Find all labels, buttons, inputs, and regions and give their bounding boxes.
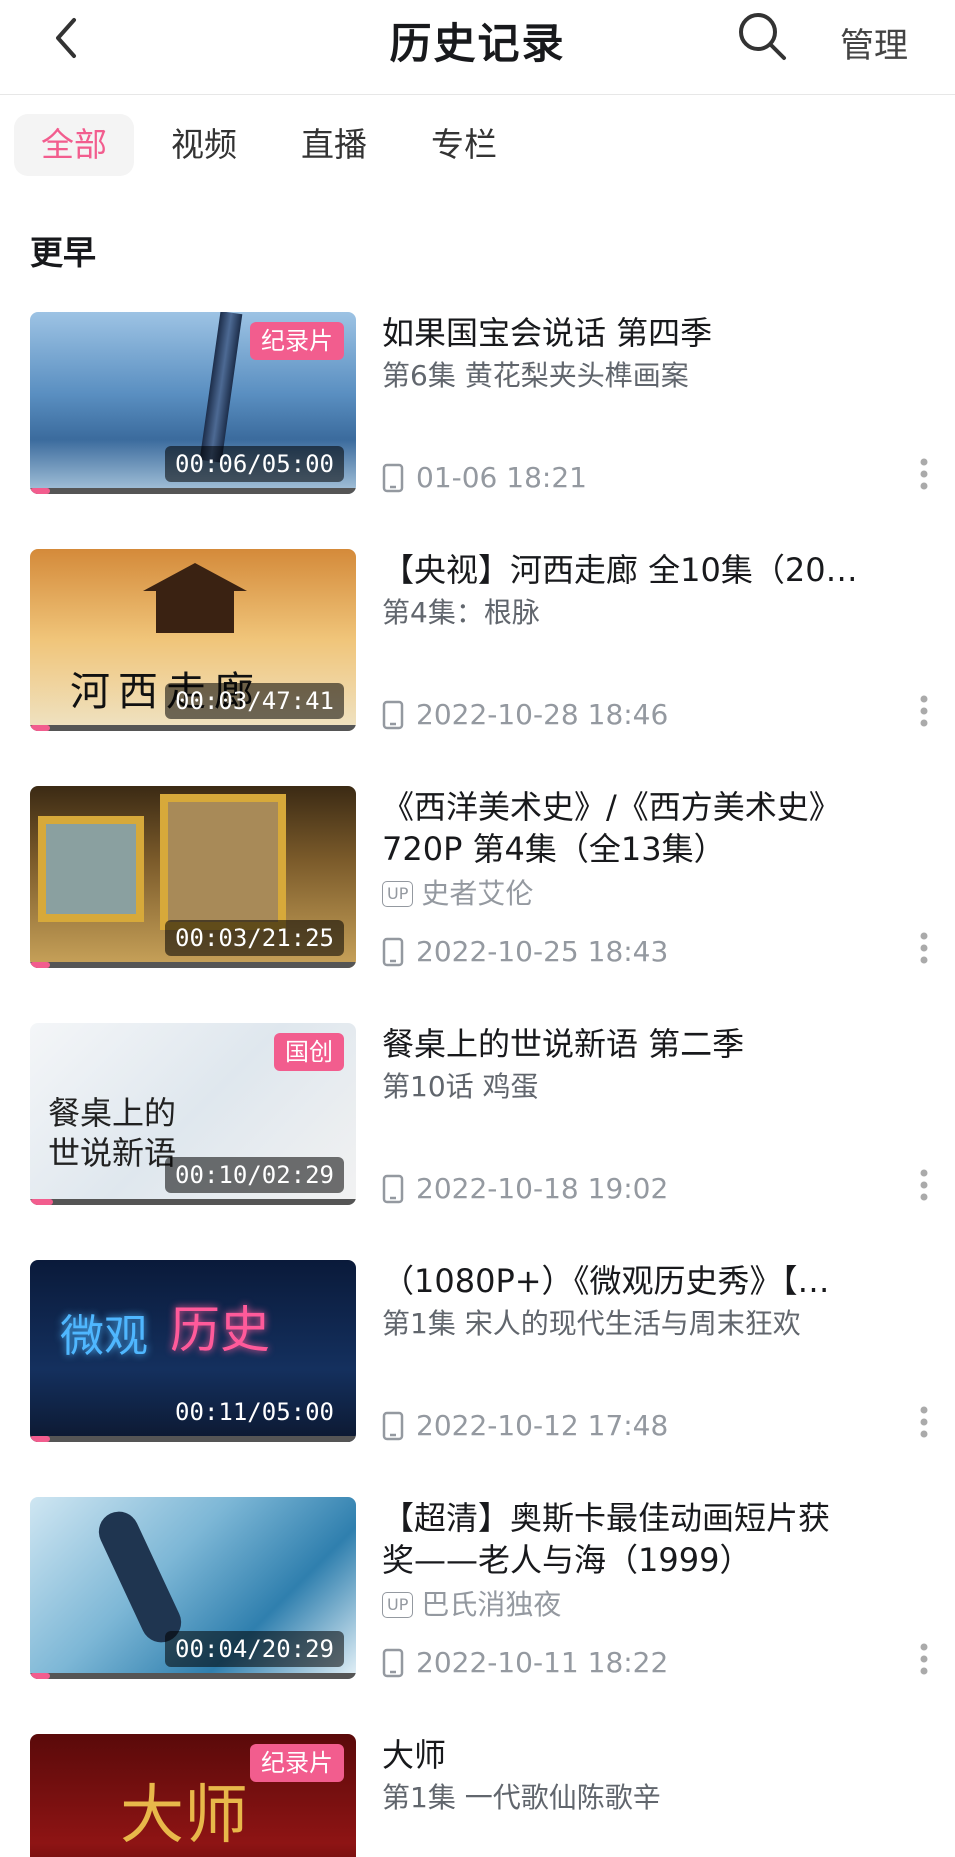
uploader: UP 巴氏消独夜 — [382, 1585, 942, 1625]
manage-button[interactable]: 管理 — [840, 18, 908, 67]
video-title: 如果国宝会说话 第四季 — [382, 314, 713, 352]
video-thumbnail[interactable]: 微观 历史 00:11/05:00 — [30, 1260, 356, 1442]
video-title: 餐桌上的世说新语 第二季 — [382, 1025, 745, 1063]
up-badge-icon: UP — [382, 881, 414, 907]
episode-subtitle: 第1集 宋人的现代生活与周末狂欢 — [382, 1307, 801, 1340]
watch-time: 01-06 18:21 — [382, 458, 587, 498]
history-item[interactable]: 微观 历史 00:11/05:00 （1080P+）《微观历史秀》【… 第1集 … — [30, 1260, 930, 1446]
watch-time-text: 2022-10-18 19:02 — [416, 1172, 669, 1205]
video-thumbnail[interactable]: 大师 纪录片 — [30, 1734, 356, 1857]
search-icon[interactable] — [734, 8, 790, 64]
painting-frame — [160, 794, 286, 930]
history-item[interactable]: 纪录片 00:06/05:00 如果国宝会说话 第四季 第6集 黄花梨夹头榫画案… — [30, 312, 930, 498]
watch-time: 2022-10-28 18:46 — [382, 695, 668, 735]
phone-icon — [382, 1648, 404, 1678]
video-thumbnail[interactable]: 河西走廊 00:03/47:41 — [30, 549, 356, 731]
watch-progress-label: 00:04/20:29 — [165, 1631, 344, 1667]
progress-fill — [30, 1199, 53, 1205]
progress-bar — [30, 725, 356, 731]
neon-calligraphy: 历史 — [170, 1301, 270, 1359]
more-icon[interactable] — [914, 1402, 934, 1442]
thumbnail-calligraphy: 餐桌上的 世说新语 — [48, 1094, 177, 1172]
progress-bar — [30, 962, 356, 968]
top-bar: 历史记录 管理 — [0, 0, 955, 95]
phone-icon — [382, 937, 404, 967]
watch-progress-label: 00:11/05:00 — [175, 1398, 334, 1426]
watch-time-text: 2022-10-25 18:43 — [416, 935, 669, 968]
watch-progress-label: 00:03/21:25 — [165, 920, 344, 956]
video-title-line2: 720P 第4集（全13集） — [382, 830, 726, 868]
tab-video[interactable]: 视频 — [154, 114, 254, 176]
video-title: （1080P+）《微观历史秀》【… — [382, 1262, 830, 1300]
more-icon[interactable] — [914, 691, 934, 731]
page-title: 历史记录 — [389, 19, 566, 68]
phone-icon — [382, 463, 404, 493]
watch-time: 2022-10-12 17:48 — [382, 1406, 668, 1446]
progress-bar — [30, 1673, 356, 1679]
episode-subtitle: 第10话 鸡蛋 — [382, 1070, 539, 1103]
video-thumbnail[interactable]: 00:04/20:29 — [30, 1497, 356, 1679]
progress-fill — [30, 725, 50, 731]
episode-subtitle: 第6集 黄花梨夹头榫画案 — [382, 359, 689, 392]
uploader: UP 史者艾伦 — [382, 874, 942, 914]
tab-live[interactable]: 直播 — [284, 114, 384, 176]
phone-icon — [382, 1174, 404, 1204]
video-title: 大师 — [382, 1736, 447, 1774]
watch-time: 2022-10-11 18:22 — [382, 1643, 668, 1683]
progress-fill — [30, 488, 50, 494]
watch-time-text: 2022-10-28 18:46 — [416, 698, 669, 731]
tab-column[interactable]: 专栏 — [414, 114, 514, 176]
category-tag: 纪录片 — [250, 322, 344, 360]
watch-progress-label: 00:06/05:00 — [165, 446, 344, 482]
history-item[interactable]: 餐桌上的 世说新语 国创 00:10/02:29 餐桌上的世说新语 第二季 第10… — [30, 1023, 930, 1209]
tower-illustration — [143, 563, 247, 633]
more-icon[interactable] — [914, 928, 934, 968]
watch-time: 2022-10-25 18:43 — [382, 932, 668, 972]
progress-fill — [30, 1436, 50, 1442]
category-tag: 国创 — [274, 1033, 344, 1071]
episode-subtitle: 第4集：根脉 — [382, 596, 540, 629]
history-item[interactable]: 00:04/20:29 【超清】奥斯卡最佳动画短片获 奖——老人与海（1999）… — [30, 1497, 930, 1683]
progress-bar — [30, 1199, 356, 1205]
tab-all[interactable]: 全部 — [14, 114, 134, 176]
watch-time-text: 2022-10-11 18:22 — [416, 1646, 669, 1679]
fish-illustration — [92, 1505, 188, 1649]
video-title: 【超清】奥斯卡最佳动画短片获 — [382, 1499, 831, 1537]
section-header: 更早 — [30, 233, 96, 272]
video-thumbnail[interactable]: 餐桌上的 世说新语 国创 00:10/02:29 — [30, 1023, 356, 1205]
up-badge-icon: UP — [382, 1592, 414, 1618]
phone-icon — [382, 1411, 404, 1441]
video-thumbnail[interactable]: 纪录片 00:06/05:00 — [30, 312, 356, 494]
uploader-name: 巴氏消独夜 — [421, 1588, 562, 1621]
painting-frame — [38, 816, 144, 922]
uploader-name: 史者艾伦 — [421, 877, 534, 910]
progress-bar — [30, 488, 356, 494]
watch-time-text: 01-06 18:21 — [416, 461, 587, 494]
more-icon[interactable] — [914, 1639, 934, 1679]
more-icon[interactable] — [914, 1165, 934, 1205]
progress-fill — [30, 962, 50, 968]
video-title-line2: 奖——老人与海（1999） — [382, 1541, 752, 1579]
more-icon[interactable] — [914, 454, 934, 494]
video-thumbnail[interactable]: 00:03/21:25 — [30, 786, 356, 968]
brush-illustration — [199, 312, 243, 463]
progress-bar — [30, 1436, 356, 1442]
history-item[interactable]: 大师 纪录片 大师 第1集 一代歌仙陈歌辛 — [30, 1734, 930, 1857]
video-title: 【央视】河西走廊 全10集（20… — [382, 551, 858, 589]
episode-subtitle: 第1集 一代歌仙陈歌辛 — [382, 1781, 661, 1814]
progress-fill — [30, 1673, 50, 1679]
phone-icon — [382, 700, 404, 730]
history-item[interactable]: 00:03/21:25 《西洋美术史》/《西方美术史》 720P 第4集（全13… — [30, 786, 930, 972]
watch-progress-label: 00:10/02:29 — [165, 1157, 344, 1193]
neon-calligraphy: 微观 — [60, 1311, 148, 1362]
watch-time-text: 2022-10-12 17:48 — [416, 1409, 669, 1442]
thumbnail-calligraphy: 大师 — [120, 1779, 248, 1853]
category-tag: 纪录片 — [250, 1744, 344, 1782]
watch-progress-label: 00:03/47:41 — [165, 683, 344, 719]
history-item[interactable]: 河西走廊 00:03/47:41 【央视】河西走廊 全10集（20… 第4集：根… — [30, 549, 930, 735]
watch-time: 2022-10-18 19:02 — [382, 1169, 668, 1209]
video-title: 《西洋美术史》/《西方美术史》 — [382, 788, 841, 826]
